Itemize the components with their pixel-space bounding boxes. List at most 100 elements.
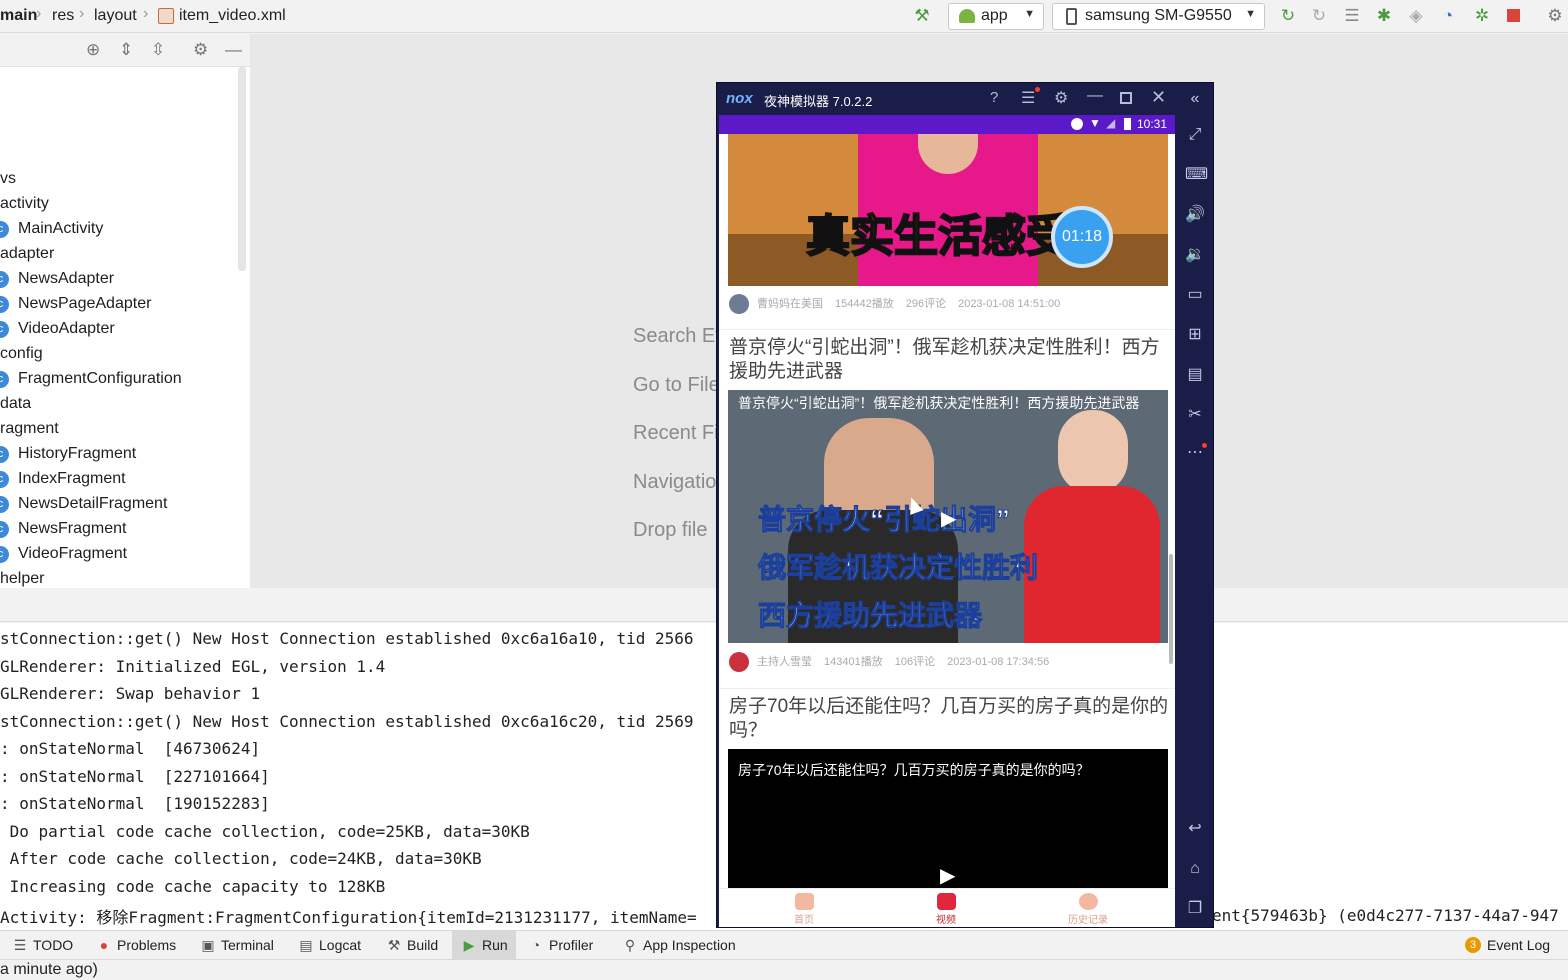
tool-problems[interactable]: ● Problems [96, 937, 176, 953]
list-icon[interactable]: ☰ [1342, 6, 1362, 26]
hammer-build-icon[interactable]: ⚒ [912, 6, 932, 26]
video-thumbnail[interactable]: 房子70年以后还能住吗？几百万买的房子真的是你的吗？ ▶ [728, 749, 1168, 888]
console-line: Increasing code cache capacity to 128KB [0, 876, 386, 896]
video-feed[interactable]: 真实生活感受 01:18 曹妈妈在美国 154442播放 296评论 2023-01-… [719, 134, 1175, 888]
video-timer[interactable]: 01:18 [1051, 206, 1113, 268]
class-icon: c [0, 546, 9, 563]
collapse-all-icon[interactable]: ⇳ [151, 40, 165, 60]
tool-run[interactable]: ▶ Run [461, 937, 508, 954]
hammer-icon: ⚒ [387, 937, 401, 953]
emulator-titlebar[interactable]: nox 夜神模拟器 7.0.2.2 ? ☰ ⚙ — ✕ [717, 83, 1175, 115]
chevron-down-icon: ▼ [1245, 8, 1256, 20]
emulator-side-toolbar: « ⤢ ⌨ 🔊 🔉 ▭ ⊞ ▤ ✂ ⋯ ↩ ⌂ ❐ [1176, 83, 1214, 927]
close-icon[interactable]: ✕ [1151, 87, 1166, 108]
volume-down-icon[interactable]: 🔉 [1185, 245, 1205, 265]
editor-hint: Search Ev [633, 325, 726, 347]
divider [719, 688, 1175, 689]
error-icon: ● [99, 937, 109, 953]
profiler-icon[interactable]: ◔ [1438, 6, 1458, 26]
news-title[interactable]: 房子70年以后还能住吗？几百万买的房子真的是你的吗？ [729, 695, 1169, 743]
tab-video[interactable]: 视频 [906, 893, 986, 926]
project-tree-scrollbar[interactable] [238, 67, 246, 271]
tree-row-label: IndexFragment [18, 470, 126, 487]
help-icon[interactable]: ? [990, 89, 998, 106]
comments: 106评论 [894, 655, 936, 668]
breadcrumb-layout[interactable]: layout [94, 7, 137, 25]
apply-changes-icon[interactable]: ↻ [1309, 6, 1329, 26]
scissors-icon[interactable]: ✂ [1185, 405, 1205, 425]
breadcrumb-file[interactable]: item_video.xml [179, 7, 286, 25]
comments: 296评论 [905, 297, 947, 310]
run-config-dropdown[interactable]: app ▼ [948, 3, 1044, 30]
console-line: GLRenderer: Swap behavior 1 [0, 684, 261, 703]
back-icon[interactable]: ↩ [1185, 819, 1205, 839]
tool-terminal[interactable]: ▣ Terminal [200, 937, 274, 954]
notification-dot [1202, 443, 1207, 448]
video-thumbnail[interactable]: 真实生活感受 01:18 [728, 134, 1168, 286]
console-line: stConnection::get() New Host Connection … [0, 711, 694, 731]
home-icon [794, 893, 814, 910]
multi-instance-icon[interactable]: ▤ [1185, 365, 1205, 385]
device-label: samsung SM-G9550 [1085, 7, 1232, 24]
class-icon: c [0, 371, 9, 388]
gear-icon[interactable]: ⚙ [193, 40, 208, 60]
status-bar: a minute ago) [0, 959, 1568, 980]
console-line: : onStateNormal [46730624] [0, 739, 261, 758]
play-icon[interactable]: ▶ [941, 506, 956, 531]
tool-build[interactable]: ⚒ Build [386, 937, 438, 954]
chevron-right-icon: › [143, 5, 149, 22]
android-status-bar: ▼ ◢ 10:31 [719, 115, 1175, 134]
volume-up-icon[interactable]: 🔊 [1185, 205, 1205, 225]
screen-icon[interactable]: ▭ [1185, 285, 1205, 305]
menu-icon[interactable]: ☰ [1021, 88, 1035, 108]
video-thumbnail[interactable]: 普京停火“引蛇出洞”！俄军趁机获决定性胜利！西方援助先进武器 普京停火“引蛇出洞… [728, 390, 1168, 643]
play-icon[interactable]: ▶ [940, 863, 955, 888]
fullscreen-icon[interactable]: ⤢ [1185, 125, 1205, 145]
home-icon[interactable]: ⌂ [1185, 859, 1205, 879]
attach-debugger-icon[interactable]: ✲ [1472, 6, 1492, 26]
coverage-icon[interactable]: ◈ [1406, 6, 1426, 26]
thumb-woman [1058, 410, 1128, 494]
tool-app-inspection[interactable]: ⚲ App Inspection [622, 937, 736, 954]
rerun-icon[interactable]: ↻ [1278, 6, 1298, 26]
breadcrumb-main[interactable]: main [0, 7, 37, 25]
news-title[interactable]: 普京停火“引蛇出洞”！俄军趁机获决定性胜利！西方援助先进武器 [729, 336, 1169, 384]
keyboard-icon[interactable]: ⌨ [1185, 165, 1208, 185]
avatar [729, 294, 749, 314]
minimize-icon[interactable]: — [225, 40, 242, 60]
tab-history[interactable]: 历史记录 [1048, 893, 1128, 926]
project-panel-toolbar: ⊕ ⇕ ⇳ ⚙ — [0, 34, 250, 67]
collapse-icon[interactable]: « [1185, 89, 1205, 109]
tool-profiler[interactable]: ◔ Profiler [528, 937, 594, 953]
video-icon [936, 893, 956, 910]
gear-icon[interactable]: ⚙ [1054, 88, 1068, 108]
tool-logcat[interactable]: ▤ Logcat [298, 937, 361, 954]
tree-row-label: NewsDetailFragment [18, 495, 168, 512]
minimize-icon[interactable]: — [1087, 87, 1103, 105]
breadcrumb-res[interactable]: res [52, 7, 74, 25]
tool-app-inspection-label: App Inspection [643, 937, 736, 953]
recents-icon[interactable]: ❐ [1185, 899, 1205, 919]
event-log-button[interactable]: 3 Event Log [1465, 937, 1550, 953]
tool-todo[interactable]: ☰ TODO [12, 937, 73, 954]
class-icon: c [0, 521, 9, 538]
locate-icon[interactable]: ⊕ [86, 40, 100, 60]
device-dropdown[interactable]: samsung SM-G9550 ▼ [1052, 3, 1265, 30]
avd-manager-icon[interactable]: ⚙ [1545, 6, 1565, 26]
class-icon: c [0, 471, 9, 488]
console-line: Do partial code cache collection, code=2… [0, 821, 530, 841]
phone-icon [1066, 8, 1077, 25]
maximize-icon[interactable] [1120, 92, 1132, 104]
feed-scrollbar[interactable] [1169, 554, 1173, 664]
editor-hint: Recent Fi [633, 422, 719, 444]
class-icon: c [0, 221, 9, 238]
apk-install-icon[interactable]: ⊞ [1185, 325, 1205, 345]
debug-icon[interactable]: ✱ [1374, 6, 1394, 26]
tab-home-label: 首页 [794, 915, 814, 926]
tab-home[interactable]: 首页 [764, 893, 844, 926]
stop-icon[interactable] [1507, 9, 1520, 22]
divider [719, 329, 1175, 330]
tree-row-label: MainActivity [18, 220, 104, 237]
expand-all-icon[interactable]: ⇕ [119, 40, 133, 60]
thumb-banner-1: 普京停火“引蛇出洞” [757, 504, 1011, 536]
